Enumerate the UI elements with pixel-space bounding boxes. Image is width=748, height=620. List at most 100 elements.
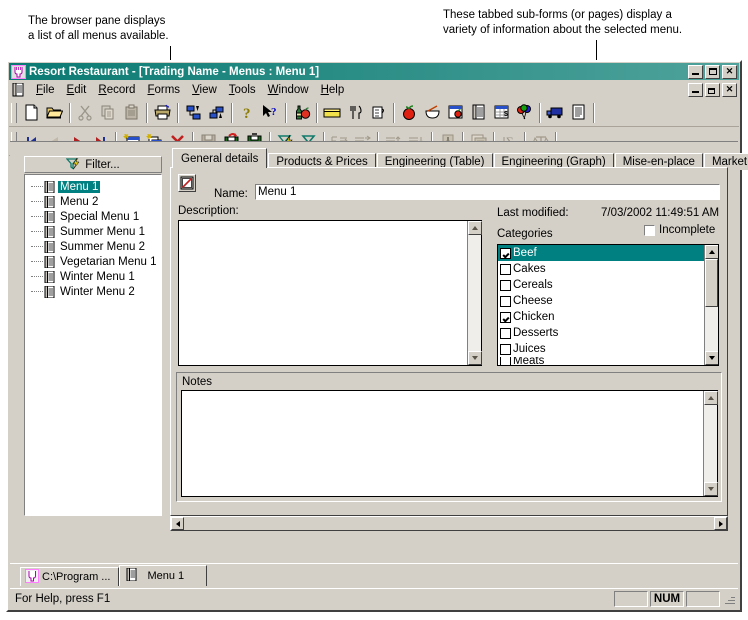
close-button[interactable]: ✕ [722,64,737,79]
notes-vscrollbar[interactable] [703,391,718,496]
open-folder-icon[interactable] [43,102,66,124]
mixing-bowl-icon[interactable] [421,102,444,124]
beverages-bottle-apple-icon[interactable] [290,102,313,124]
description-vscrollbar[interactable] [467,221,482,365]
svg-text:$: $ [504,111,508,118]
costing-sheet-icon[interactable]: $ [490,102,513,124]
scroll-up-button[interactable] [704,391,718,405]
pick-edit-icon[interactable] [178,174,196,192]
tree-item-vegetarian-menu-1[interactable]: Vegetarian Menu 1 [25,254,161,269]
mdi-close-button[interactable]: ✕ [722,82,737,97]
category-row[interactable]: Cakes [498,261,718,277]
menu-help[interactable]: Help [315,83,351,97]
category-checkbox[interactable] [500,263,511,275]
menu-tools[interactable]: Tools [223,83,262,97]
copy-icon[interactable] [97,102,120,124]
filter-button[interactable]: Filter... [24,156,162,173]
mdi-tab-program[interactable]: C:\Program ... [20,567,120,586]
category-row[interactable]: Juices [498,341,718,357]
category-label: Cheese [513,295,553,307]
categories-vscrollbar[interactable] [704,245,718,365]
tree-item-special-menu-1[interactable]: Special Menu 1 [25,209,161,224]
scroll-down-button[interactable] [468,351,482,365]
menu-record[interactable]: Record [92,83,141,97]
category-checkbox[interactable] [500,343,511,355]
function-balloons-icon[interactable] [513,102,536,124]
tree-item-summer-menu-1[interactable]: Summer Menu 1 [25,224,161,239]
menu-view[interactable]: View [186,83,223,97]
chevron-right-icon [718,520,723,527]
menu-tree[interactable]: Menu 1 Menu 2 Special Menu 1 Summer Menu… [24,174,162,516]
tree-item-winter-menu-2[interactable]: Winter Menu 2 [25,284,161,299]
category-checkbox[interactable] [500,247,511,259]
scroll-up-button[interactable] [705,245,718,259]
description-textarea[interactable] [178,220,482,366]
recipe-card-icon[interactable] [444,102,467,124]
tree-item-label: Summer Menu 2 [60,240,146,253]
mdi-tab-menu-1[interactable]: Menu 1 [119,565,208,586]
scroll-down-button[interactable] [704,482,718,496]
category-row[interactable]: Meats [498,357,718,365]
status-cell-blank-2 [686,590,720,607]
cut-scissors-icon[interactable] [74,102,97,124]
category-checkbox[interactable] [500,295,511,307]
menu-document-icon [44,270,55,283]
scroll-left-button[interactable] [171,517,184,530]
notes-textarea[interactable] [181,390,718,497]
menu-window[interactable]: Window [262,83,315,97]
context-help-arrow-icon[interactable]: ? [259,102,282,124]
mdi-restore-button[interactable] [705,82,720,97]
scroll-thumb[interactable] [705,259,718,307]
scroll-right-button[interactable] [714,517,727,530]
category-row[interactable]: Cereals [498,277,718,293]
ingredient-tomato-icon[interactable] [398,102,421,124]
cutlery-icon[interactable] [344,102,367,124]
storage-box-icon[interactable] [321,102,344,124]
form-hscrollbar[interactable] [170,516,728,531]
minimize-button[interactable] [688,64,703,79]
toolbar-grip[interactable] [11,102,17,123]
category-row[interactable]: Desserts [498,325,718,341]
mdi-minimize-button[interactable] [688,82,703,97]
tree-item-winter-menu-1[interactable]: Winter Menu 1 [25,269,161,284]
menu-forms[interactable]: Forms [141,83,186,97]
categories-list[interactable]: Beef Cakes Cereals Cheese Chicken Desser… [497,244,719,366]
category-row[interactable]: Beef [498,245,718,261]
tree-item-label: Special Menu 1 [60,210,140,223]
help-question-icon[interactable]: ? [236,102,259,124]
incomplete-checkbox[interactable] [644,224,655,236]
tree-item-summer-menu-2[interactable]: Summer Menu 2 [25,239,161,254]
category-checkbox[interactable] [500,279,511,291]
tree-item-menu-2[interactable]: Menu 2 [25,194,161,209]
print-icon[interactable] [151,102,174,124]
name-input[interactable] [255,184,720,200]
tab-general-details[interactable]: General details [172,148,268,168]
menu-file[interactable]: File [30,83,61,97]
menu-edit[interactable]: Edit [61,83,93,97]
delivery-truck-icon[interactable] [544,102,567,124]
category-row[interactable]: Cheese [498,293,718,309]
resize-grip[interactable] [722,592,736,606]
category-checkbox[interactable] [500,357,511,365]
tree-item-menu-1[interactable]: Menu 1 [25,179,161,194]
toolbar-separator [231,102,233,123]
new-document-icon[interactable] [20,102,43,124]
category-checkbox[interactable] [500,327,511,339]
status-cell-blank-1 [614,590,648,607]
browser-pane: Filter... Menu 1 Menu 2 Special Menu 1 S… [24,156,162,516]
paste-icon[interactable] [120,102,143,124]
category-checkbox[interactable] [500,311,511,323]
tab-strip: General details Products & Prices Engine… [170,148,748,170]
scroll-down-button[interactable] [705,351,718,365]
status-num-indicator: NUM [650,590,684,607]
scroll-up-button[interactable] [468,221,482,235]
supplier-list-icon[interactable] [567,102,590,124]
incomplete-checkbox-row[interactable]: Incomplete [644,224,715,236]
measuring-jug-icon[interactable] [367,102,390,124]
menu-document-icon[interactable] [467,102,490,124]
maximize-button[interactable] [705,64,720,79]
status-help-text: For Help, press F1 [15,592,111,605]
export-icon[interactable] [205,102,228,124]
import-icon[interactable] [182,102,205,124]
category-row[interactable]: Chicken [498,309,718,325]
